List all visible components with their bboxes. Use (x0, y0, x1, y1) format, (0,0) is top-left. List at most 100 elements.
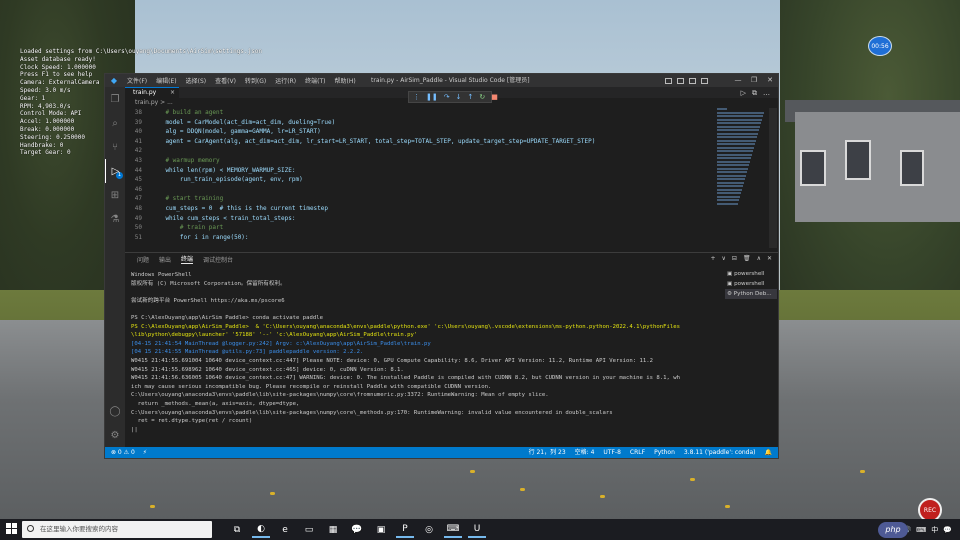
notifications-icon[interactable]: 🔔 (765, 447, 772, 458)
code-line[interactable]: 45 run_train_episode(agent, env, rpm) (125, 175, 715, 185)
maximize-panel-icon[interactable]: ∧ (757, 255, 761, 262)
store-icon[interactable]: ▦ (324, 521, 342, 538)
code-line[interactable]: 44 while len(rpm) < MEMORY_WARMUP_SIZE: (125, 166, 715, 176)
leaf (725, 505, 730, 508)
code-line[interactable]: 41 agent = CarAgent(alg, act_dim=act_dim… (125, 137, 715, 147)
code-line[interactable]: 42 (125, 146, 715, 156)
code-editor[interactable]: 38 # build an agent 39 model = CarModel(a… (125, 108, 715, 248)
source-control-icon[interactable]: ⑂ (105, 135, 125, 159)
terminal-dropdown-icon[interactable]: ∨ (722, 255, 726, 262)
minimap-line (717, 181, 744, 184)
cursor-position[interactable]: 行 21，列 23 (529, 447, 566, 458)
taskbar-search-input[interactable]: 在这里输入你要搜索的内容 (22, 521, 212, 538)
terminal-line: [04 15 21:41:55 MainThread @utils.py:73]… (131, 349, 364, 356)
start-button[interactable] (6, 523, 17, 534)
menu-run[interactable]: 运行(R) (275, 76, 296, 85)
close-button[interactable]: ✕ (762, 74, 778, 87)
code-line[interactable]: 48 cum_steps = 0 # this is the current t… (125, 204, 715, 214)
code-line[interactable]: 40 alg = DDQN(model, gamma=GAMMA, lr=LR_… (125, 127, 715, 137)
encoding[interactable]: UTF-8 (603, 447, 621, 458)
breadcrumb[interactable]: train.py > ... (125, 98, 778, 108)
minimize-button[interactable]: — (730, 74, 746, 87)
python-interpreter[interactable]: 3.8.11 ('paddle': conda) (684, 447, 756, 458)
code-line[interactable]: 49 while cum_steps < train_total_steps: (125, 214, 715, 224)
code-text: cum_steps = 0 # this is the current time… (151, 204, 329, 212)
unreal-icon[interactable]: U (468, 521, 486, 538)
close-panel-icon[interactable]: ✕ (767, 255, 772, 262)
code-text: model = CarModel(act_dim=act_dim, duelin… (151, 118, 336, 126)
code-line[interactable]: 51 for i in range(50): (125, 233, 715, 243)
title-bar: ◆ 文件(F) 编辑(E) 选择(S) 查看(V) 转到(G) 运行(R) 终端… (105, 74, 778, 87)
run-icon[interactable]: ▷ (741, 89, 746, 98)
indentation[interactable]: 空格: 4 (575, 447, 595, 458)
vscode-taskbar-icon[interactable]: ⌨ (444, 521, 462, 538)
toggle-secondary-sidebar-icon[interactable] (689, 77, 696, 84)
kill-terminal-icon[interactable]: 🗑 (743, 255, 751, 262)
input-method-icon[interactable]: 中 (931, 525, 938, 535)
explorer-icon[interactable]: ❐ (105, 87, 125, 111)
menu-goto[interactable]: 转到(G) (245, 76, 266, 85)
task-view-icon[interactable]: ⧉ (228, 521, 246, 538)
window-controls: — ❐ ✕ (730, 74, 778, 87)
menu-file[interactable]: 文件(F) (127, 76, 147, 85)
settings-gear-icon[interactable]: ⚙ (105, 423, 125, 447)
extensions-icon[interactable]: ⊞ (105, 183, 125, 207)
testing-icon[interactable]: ⚗ (105, 207, 125, 231)
editor-scrollbar[interactable] (769, 108, 777, 248)
edge-icon[interactable]: e (276, 521, 294, 538)
account-icon[interactable]: ◯ (105, 399, 125, 423)
split-editor-icon[interactable]: ⧉ (752, 89, 757, 98)
line-ending[interactable]: CRLF (630, 447, 645, 458)
tab-output[interactable]: 输出 (159, 255, 171, 264)
code-line[interactable]: 43 # warmup memory (125, 156, 715, 166)
maximize-button[interactable]: ❐ (746, 74, 762, 87)
terminal-item-powershell[interactable]: ▣ powershell (725, 269, 777, 279)
tab-debug-console[interactable]: 调试控制台 (203, 255, 233, 264)
terminal-item-powershell[interactable]: ▣ powershell (725, 279, 777, 289)
close-icon[interactable]: × (170, 88, 175, 98)
run-debug-icon[interactable]: ▷ 1 (105, 159, 125, 183)
problems-status[interactable]: ⊗ 0 ⚠ 0 (111, 447, 135, 458)
code-text: for i in range(50): (151, 233, 249, 241)
menu-help[interactable]: 帮助(H) (334, 76, 355, 85)
menu-terminal[interactable]: 终端(T) (305, 76, 325, 85)
app-icon[interactable]: ◎ (420, 521, 438, 538)
tab-problems[interactable]: 问题 (137, 255, 149, 264)
code-text: alg = DDQN(model, gamma=GAMMA, lr=LR_STA… (151, 128, 321, 136)
tab-train-py[interactable]: train.py × (125, 87, 179, 98)
pycharm-icon[interactable]: P (396, 521, 414, 538)
code-line[interactable]: 46 (125, 185, 715, 195)
tab-terminal[interactable]: 终端 (181, 254, 194, 264)
code-line[interactable]: 39 model = CarModel(act_dim=act_dim, due… (125, 118, 715, 128)
code-line[interactable]: 47 # start training (125, 194, 715, 204)
minimap[interactable] (717, 108, 767, 208)
toggle-panel-icon[interactable] (677, 77, 684, 84)
chrome-icon[interactable]: ◐ (252, 521, 270, 538)
language-mode[interactable]: Python (654, 447, 675, 458)
menu-selection[interactable]: 选择(S) (186, 76, 207, 85)
terminal-line: Windows PowerShell (131, 272, 192, 278)
menu-edit[interactable]: 编辑(E) (156, 76, 176, 85)
debug-badge: 1 (116, 172, 123, 179)
more-actions-icon[interactable]: … (763, 89, 770, 98)
menu-view[interactable]: 查看(V) (215, 76, 236, 85)
action-center-icon[interactable]: 💬 (943, 526, 952, 534)
toggle-sidebar-icon[interactable] (665, 77, 672, 84)
split-terminal-icon[interactable]: ⊟ (732, 255, 737, 262)
minimap-line (717, 195, 740, 198)
recording-timer[interactable]: 00:56 (868, 36, 892, 56)
customize-layout-icon[interactable] (701, 77, 708, 84)
code-line[interactable]: 38 # build an agent (125, 108, 715, 118)
line-number: 48 (134, 204, 142, 212)
terminal-line: W0415 21:41:56.636005 10640 device_conte… (131, 375, 680, 382)
wechat-icon[interactable]: 💬 (348, 521, 366, 538)
app-icon[interactable]: ▣ (372, 521, 390, 538)
code-line[interactable]: 50 # train part (125, 223, 715, 233)
new-terminal-icon[interactable]: + (710, 255, 715, 262)
debug-status-icon[interactable]: ⚡ (143, 447, 147, 458)
file-explorer-icon[interactable]: ▭ (300, 521, 318, 538)
terminal-output[interactable]: Windows PowerShell 版权所有 (C) Microsoft Cor… (131, 271, 725, 446)
keyboard-icon[interactable]: ⌨ (916, 526, 926, 534)
search-icon[interactable]: ⌕ (105, 111, 125, 135)
terminal-item-python-debug[interactable]: ⚙ Python Deb... (725, 289, 777, 299)
